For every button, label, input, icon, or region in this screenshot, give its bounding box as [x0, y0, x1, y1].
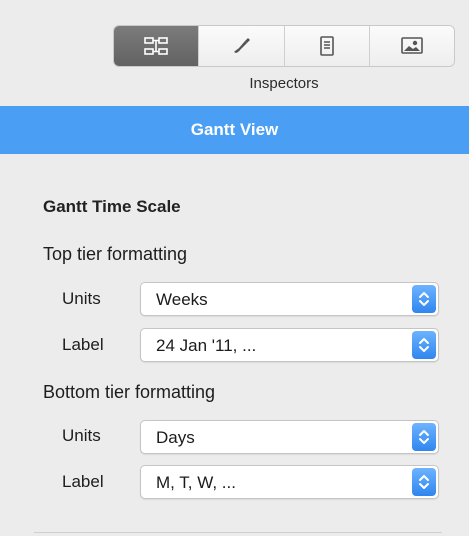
top-tier-label-value: 24 Jan '11, ... [156, 336, 257, 355]
top-tier-units-value: Weeks [156, 290, 208, 309]
brush-icon [229, 36, 253, 56]
bottom-tier-label-popup[interactable]: M, T, W, ... [140, 465, 439, 499]
gantt-view-panel: Gantt Time Scale Top tier formatting Uni… [0, 154, 469, 536]
bottom-tier-units-label: Units [62, 426, 101, 445]
bottom-tier-heading: Bottom tier formatting [43, 382, 216, 402]
chevron-up-down-icon [412, 285, 436, 313]
top-tier-label-label: Label [62, 335, 104, 354]
image-inspector-button[interactable] [368, 26, 454, 66]
bottom-tier-units-value: Days [156, 428, 195, 447]
chevron-up-down-icon [412, 468, 436, 496]
panel-divider [34, 532, 442, 533]
inspectors-label: Inspectors [249, 75, 319, 92]
inspector-toolbar: Inspectors [0, 0, 469, 106]
style-inspector-button[interactable] [198, 26, 284, 66]
top-tier-heading: Top tier formatting [43, 244, 188, 264]
chevron-up-down-icon [412, 331, 436, 359]
document-inspector-button[interactable] [283, 26, 369, 66]
top-tier-label-popup[interactable]: 24 Jan '11, ... [140, 328, 439, 362]
inspector-grid-icon [144, 36, 168, 56]
inspector-segmented-control [113, 25, 455, 67]
top-tier-units-label: Units [62, 289, 101, 308]
project-inspector-button[interactable] [114, 26, 199, 66]
document-icon [317, 35, 337, 57]
image-icon [400, 36, 424, 56]
gantt-time-scale-title: Gantt Time Scale [43, 197, 181, 216]
bottom-tier-label-value: M, T, W, ... [156, 473, 236, 492]
bottom-tier-units-popup[interactable]: Days [140, 420, 439, 454]
chevron-up-down-icon [412, 423, 436, 451]
gantt-view-header: Gantt View [0, 106, 469, 154]
top-tier-units-popup[interactable]: Weeks [140, 282, 439, 316]
bottom-tier-label-label: Label [62, 472, 104, 491]
